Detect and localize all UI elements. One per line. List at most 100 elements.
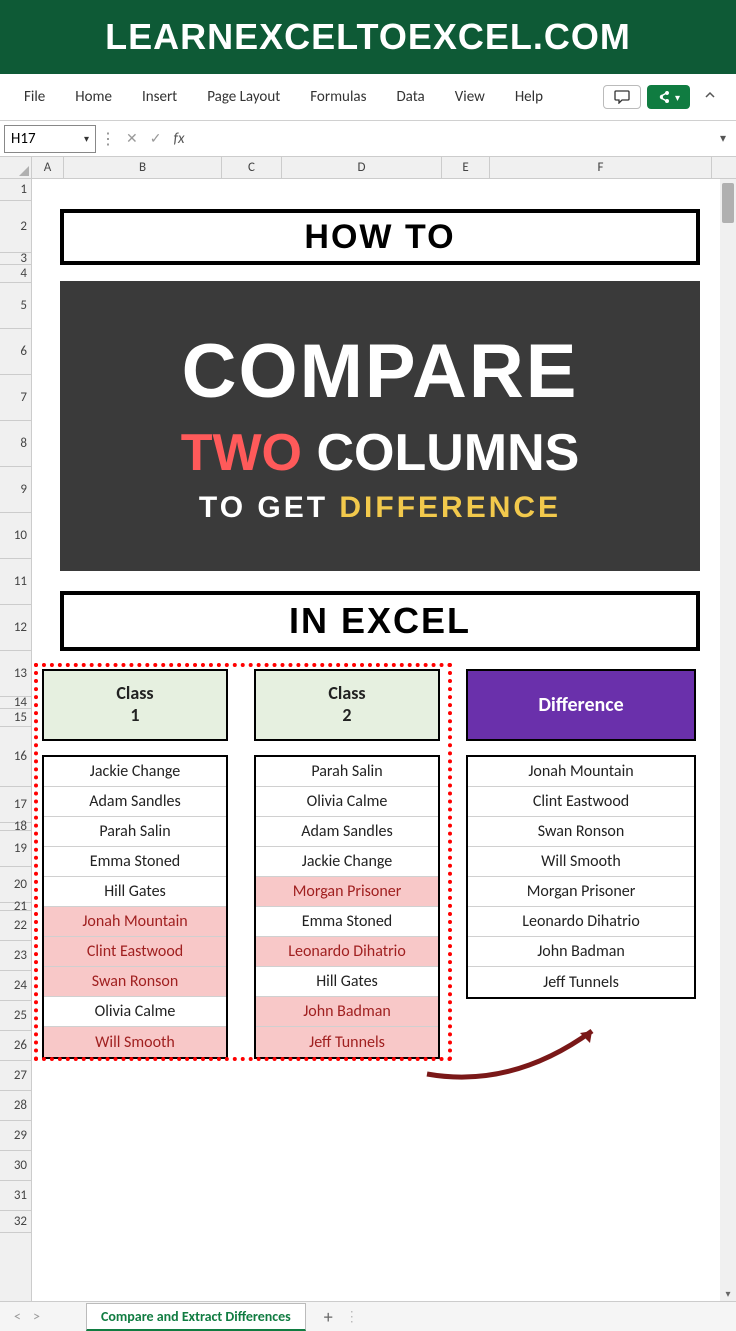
column-header[interactable]: E (442, 157, 490, 178)
table-cell[interactable]: Olivia Calme (44, 997, 226, 1027)
row-header[interactable]: 18 (0, 823, 31, 831)
table-cell[interactable]: Will Smooth (468, 847, 694, 877)
name-box[interactable]: H17 ▾ (4, 125, 96, 153)
row-header[interactable]: 7 (0, 375, 31, 421)
vertical-scrollbar[interactable]: ▾ (720, 179, 736, 1301)
column-header[interactable]: B (64, 157, 222, 178)
table-cell[interactable]: Emma Stoned (44, 847, 226, 877)
row-header[interactable]: 4 (0, 265, 31, 283)
row-header[interactable]: 6 (0, 329, 31, 375)
row-header[interactable]: 28 (0, 1091, 31, 1121)
cancel-icon[interactable]: ✕ (120, 130, 144, 147)
table-cell[interactable]: Emma Stoned (256, 907, 438, 937)
collapse-ribbon-button[interactable] (696, 82, 724, 112)
share-button[interactable]: ▾ (647, 85, 690, 109)
column-header[interactable]: F (490, 157, 712, 178)
table-cell[interactable]: Olivia Calme (256, 787, 438, 817)
fx-icon[interactable]: fx (167, 130, 190, 148)
poster-columns: COLUMNS (316, 424, 579, 482)
row-header[interactable]: 9 (0, 467, 31, 513)
poster-two-columns: TWO COLUMNS (181, 423, 580, 483)
row-header[interactable]: 13 (0, 651, 31, 697)
sheet-nav-prev[interactable]: < (8, 1308, 27, 1325)
table-cell[interactable]: Clint Eastwood (44, 937, 226, 967)
add-sheet-button[interactable]: + (324, 1306, 333, 1328)
poster-dark: COMPARE TWO COLUMNS TO GET DIFFERENCE (60, 281, 700, 571)
column-header[interactable]: A (32, 157, 64, 178)
table-cell[interactable]: Leonardo Dihatrio (468, 907, 694, 937)
row-header[interactable]: 16 (0, 727, 31, 787)
row-header[interactable]: 27 (0, 1061, 31, 1091)
column-headers: ABCDEF (32, 157, 736, 179)
sheet-nav-next[interactable]: > (27, 1308, 46, 1325)
row-header[interactable]: 8 (0, 421, 31, 467)
row-header[interactable]: 21 (0, 903, 31, 911)
table-cell[interactable]: John Badman (468, 937, 694, 967)
table-cell[interactable]: Swan Ronson (468, 817, 694, 847)
tab-data[interactable]: Data (384, 82, 436, 112)
row-header[interactable]: 11 (0, 559, 31, 605)
column-header[interactable]: C (222, 157, 282, 178)
row-header[interactable]: 12 (0, 605, 31, 651)
tab-home[interactable]: Home (63, 82, 124, 112)
row-header[interactable]: 14 (0, 697, 31, 709)
tab-view[interactable]: View (443, 82, 497, 112)
row-header[interactable]: 1 (0, 179, 31, 201)
table-cell[interactable]: Morgan Prisoner (256, 877, 438, 907)
row-header[interactable]: 26 (0, 1031, 31, 1061)
row-header[interactable]: 29 (0, 1121, 31, 1151)
table-cell[interactable]: Parah Salin (44, 817, 226, 847)
row-header[interactable]: 25 (0, 1001, 31, 1031)
table-cell[interactable]: Jonah Mountain (468, 757, 694, 787)
scroll-down-icon[interactable]: ▾ (720, 1285, 736, 1301)
table-cell[interactable]: Parah Salin (256, 757, 438, 787)
row-header[interactable]: 15 (0, 709, 31, 727)
row-header[interactable]: 22 (0, 911, 31, 941)
class1-header: Class 1 (42, 669, 228, 741)
chevron-up-icon (704, 89, 716, 101)
tab-file[interactable]: File (12, 82, 57, 112)
row-header[interactable]: 3 (0, 253, 31, 265)
table-cell[interactable]: Morgan Prisoner (468, 877, 694, 907)
row-header[interactable]: 23 (0, 941, 31, 971)
chevron-down-icon[interactable]: ▾ (84, 132, 89, 145)
table-cell[interactable]: Will Smooth (44, 1027, 226, 1057)
tab-insert[interactable]: Insert (130, 82, 189, 112)
worksheet-canvas[interactable]: HOW TO COMPARE TWO COLUMNS TO GET DIFFER… (32, 179, 720, 1301)
expand-formula-bar[interactable]: ▾ (710, 131, 736, 146)
formula-input[interactable] (191, 126, 710, 152)
table-cell[interactable]: Jackie Change (44, 757, 226, 787)
class2-header: Class 2 (254, 669, 440, 741)
row-header[interactable]: 20 (0, 867, 31, 903)
row-header[interactable]: 32 (0, 1211, 31, 1233)
tab-formulas[interactable]: Formulas (298, 82, 378, 112)
tab-help[interactable]: Help (503, 82, 555, 112)
table-cell[interactable]: Jeff Tunnels (256, 1027, 438, 1057)
column-header[interactable]: D (282, 157, 442, 178)
comments-button[interactable] (603, 85, 641, 109)
table-cell[interactable]: Hill Gates (256, 967, 438, 997)
table-cell[interactable]: Jeff Tunnels (468, 967, 694, 997)
table-cell[interactable]: Jonah Mountain (44, 907, 226, 937)
tab-pagelayout[interactable]: Page Layout (195, 82, 292, 112)
row-header[interactable]: 31 (0, 1181, 31, 1211)
table-cell[interactable]: Adam Sandles (44, 787, 226, 817)
row-header[interactable]: 5 (0, 283, 31, 329)
table-cell[interactable]: Hill Gates (44, 877, 226, 907)
table-cell[interactable]: John Badman (256, 997, 438, 1027)
select-all-corner[interactable] (0, 157, 32, 179)
table-cell[interactable]: Clint Eastwood (468, 787, 694, 817)
table-cell[interactable]: Adam Sandles (256, 817, 438, 847)
row-header[interactable]: 17 (0, 787, 31, 823)
table-cell[interactable]: Jackie Change (256, 847, 438, 877)
row-header[interactable]: 10 (0, 513, 31, 559)
row-header[interactable]: 30 (0, 1151, 31, 1181)
row-header[interactable]: 2 (0, 201, 31, 253)
row-header[interactable]: 19 (0, 831, 31, 867)
scrollbar-thumb[interactable] (722, 183, 734, 223)
enter-icon[interactable]: ✓ (144, 130, 168, 147)
table-cell[interactable]: Swan Ronson (44, 967, 226, 997)
row-header[interactable]: 24 (0, 971, 31, 1001)
table-cell[interactable]: Leonardo Dihatrio (256, 937, 438, 967)
formula-bar-options[interactable]: ⋮ (96, 129, 120, 149)
